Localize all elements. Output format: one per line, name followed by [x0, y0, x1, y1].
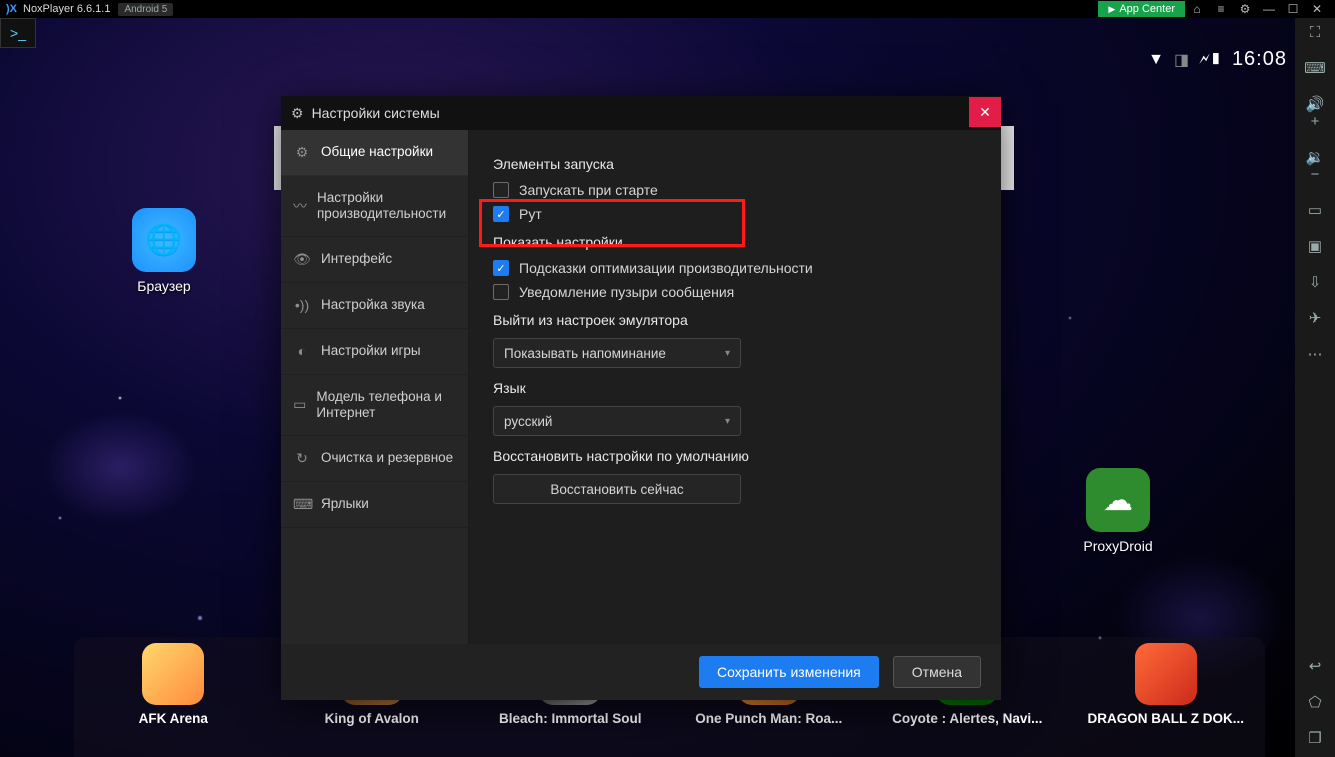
screenshot-icon[interactable]: ▭ — [1303, 201, 1327, 219]
more-icon[interactable]: ⋯ — [1303, 345, 1327, 363]
phone-icon: ▭ — [293, 396, 306, 413]
modal-close-button[interactable]: ✕ — [969, 97, 1001, 127]
recent-icon[interactable]: ❐ — [1303, 729, 1327, 747]
desktop-icon-label: Браузер — [114, 278, 214, 294]
section-title-language: Язык — [493, 380, 977, 396]
modal-content: Элементы запуска Запускать при старте ✓ … — [469, 130, 1001, 644]
fullscreen-icon[interactable]: ⛶ — [1303, 24, 1327, 41]
home-icon[interactable]: ⌂ — [1185, 2, 1209, 16]
checkbox-start-on-boot[interactable]: Запускать при старте — [493, 182, 977, 198]
sidebar-item-label: Интерфейс — [321, 251, 392, 267]
close-icon[interactable]: ✕ — [1305, 2, 1329, 16]
checkbox-label: Рут — [519, 206, 542, 222]
app-name: NoxPlayer 6.6.1.1 — [23, 3, 110, 15]
sidebar-item-game[interactable]: ◐ Настройки игры — [281, 329, 468, 375]
pulse-icon: 〰 — [293, 198, 307, 215]
emulator-screen: >_ ▼ ◨ 🗲▮ 16:08 🌐 Браузер ☁ ProxyDroid A… — [0, 18, 1295, 757]
window-titlebar: )X NoxPlayer 6.6.1.1 Android 5 ▶App Cent… — [0, 0, 1335, 18]
home-nav-icon[interactable]: ⬠ — [1303, 693, 1327, 711]
desktop-icon-browser[interactable]: 🌐 Браузер — [114, 208, 214, 294]
emulator-right-toolbar: ⛶ ⌨ 🔊+ 🔉− ▭ ▣ ⇩ ✈ ⋯ ↩ ⬠ ❐ — [1295, 18, 1335, 757]
sidebar-item-performance[interactable]: 〰 Настройки производительности — [281, 176, 468, 237]
modal-header: ⚙ Настройки системы ✕ — [281, 96, 1001, 130]
app-center-button[interactable]: ▶App Center — [1098, 1, 1185, 17]
checkbox-icon — [493, 284, 509, 300]
desktop-icon-proxydroid[interactable]: ☁ ProxyDroid — [1068, 468, 1168, 554]
modal-footer: Сохранить изменения Отмена — [281, 644, 1001, 700]
chevron-down-icon: ▾ — [725, 348, 730, 359]
record-icon[interactable]: ▣ — [1303, 237, 1327, 255]
chevron-down-icon: ▾ — [725, 416, 730, 427]
nox-logo: )X — [6, 3, 17, 15]
play-icon: ▶ — [1108, 4, 1115, 15]
eye-icon: 👁 — [293, 251, 311, 268]
keyboard-mapping-icon[interactable]: ⌨ — [1303, 59, 1327, 77]
sliders-icon: ⚙ — [293, 144, 311, 161]
checkbox-msg-bubbles[interactable]: Уведомление пузыри сообщения — [493, 284, 977, 300]
sidebar-item-label: Модель телефона и Интернет — [316, 389, 456, 421]
section-title-show: Показать настройки — [493, 234, 977, 250]
cancel-button[interactable]: Отмена — [893, 656, 981, 688]
refresh-icon: ↻ — [293, 450, 311, 467]
sidebar-item-phone[interactable]: ▭ Модель телефона и Интернет — [281, 375, 468, 436]
wave-icon: •)) — [293, 297, 311, 314]
section-title-restore: Восстановить настройки по умолчанию — [493, 448, 977, 464]
terminal-tab[interactable]: >_ — [0, 18, 36, 48]
keyboard-icon: ⌨ — [293, 496, 311, 513]
select-exit-behavior[interactable]: Показывать напоминание ▾ — [493, 338, 741, 368]
sidebar-item-interface[interactable]: 👁 Интерфейс — [281, 237, 468, 283]
desktop-icon-label: ProxyDroid — [1068, 538, 1168, 554]
checkbox-label: Уведомление пузыри сообщения — [519, 284, 734, 300]
gear-icon: ⚙ — [291, 105, 304, 122]
modal-title: Настройки системы — [312, 105, 969, 121]
sidebar-item-cleanup[interactable]: ↻ Очистка и резервное — [281, 436, 468, 482]
sidebar-item-label: Настройки игры — [321, 343, 421, 359]
minimize-icon[interactable]: — — [1257, 2, 1281, 16]
section-title-startup: Элементы запуска — [493, 156, 977, 172]
save-button[interactable]: Сохранить изменения — [699, 656, 879, 688]
checkbox-root[interactable]: ✓ Рут — [493, 206, 977, 222]
sidebar-item-shortcuts[interactable]: ⌨ Ярлыки — [281, 482, 468, 528]
section-title-exit: Выйти из настроек эмулятора — [493, 312, 977, 328]
sim-icon: ◨ — [1174, 50, 1189, 70]
checkbox-icon — [493, 182, 509, 198]
select-value: Показывать напоминание — [504, 346, 666, 361]
browser-icon: 🌐 — [132, 208, 196, 272]
clock: 16:08 — [1232, 48, 1287, 71]
sidebar-item-label: Настройка звука — [321, 297, 425, 313]
wifi-icon: ▼ — [1148, 51, 1164, 69]
sidebar-item-sound[interactable]: •)) Настройка звука — [281, 283, 468, 329]
sidebar-item-general[interactable]: ⚙ Общие настройки — [281, 130, 468, 176]
location-icon[interactable]: ✈ — [1303, 309, 1327, 327]
modal-sidebar: ⚙ Общие настройки 〰 Настройки производител… — [281, 130, 469, 644]
sidebar-item-label: Ярлыки — [321, 496, 369, 512]
battery-icon: 🗲▮ — [1199, 51, 1222, 69]
android-badge: Android 5 — [118, 3, 173, 16]
sidebar-item-label: Настройки производительности — [317, 190, 456, 222]
gear-icon[interactable]: ⚙ — [1233, 2, 1257, 16]
restore-now-button[interactable]: Восстановить сейчас — [493, 474, 741, 504]
volume-up-icon[interactable]: 🔊+ — [1303, 95, 1327, 130]
checkbox-perf-tips[interactable]: ✓ Подсказки оптимизации производительнос… — [493, 260, 977, 276]
checkbox-label: Запускать при старте — [519, 182, 658, 198]
settings-modal: ⚙ Настройки системы ✕ ⚙ Общие настройки 〰… — [281, 96, 1001, 700]
proxydroid-icon: ☁ — [1086, 468, 1150, 532]
dock-item[interactable]: AFK Arena — [83, 643, 263, 757]
dock-item[interactable]: DRAGON BALL Z DOK... — [1076, 643, 1256, 757]
checkbox-label: Подсказки оптимизации производительности — [519, 260, 813, 276]
maximize-icon[interactable]: ☐ — [1281, 2, 1305, 16]
menu-icon[interactable]: ≡ — [1209, 2, 1233, 16]
sidebar-item-label: Общие настройки — [321, 144, 433, 160]
select-value: русский — [504, 414, 552, 429]
game-icon: ◐ — [293, 343, 311, 360]
android-statusbar: ▼ ◨ 🗲▮ 16:08 — [1148, 48, 1287, 71]
back-icon[interactable]: ↩ — [1303, 657, 1327, 675]
checkbox-icon: ✓ — [493, 260, 509, 276]
volume-down-icon[interactable]: 🔉− — [1303, 148, 1327, 183]
sidebar-item-label: Очистка и резервное — [321, 450, 453, 466]
checkbox-icon: ✓ — [493, 206, 509, 222]
apk-install-icon[interactable]: ⇩ — [1303, 273, 1327, 291]
select-language[interactable]: русский ▾ — [493, 406, 741, 436]
